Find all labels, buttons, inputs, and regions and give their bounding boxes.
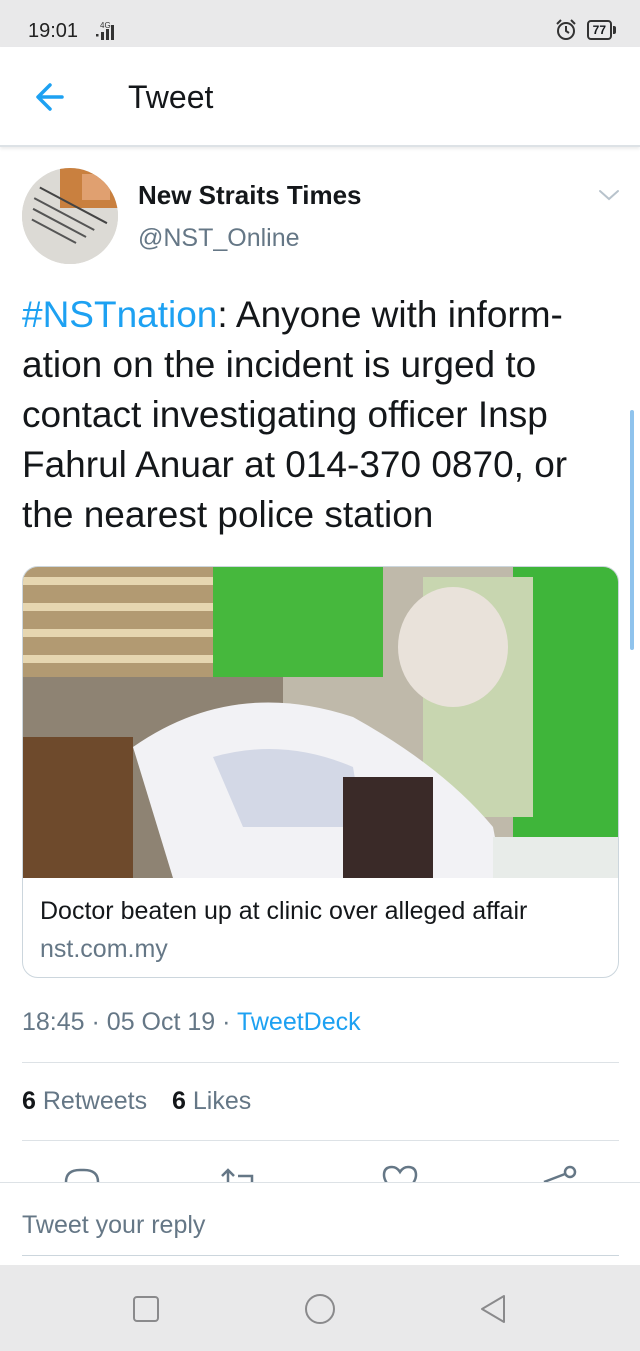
tweet-source-link[interactable]: TweetDeck (237, 1008, 361, 1036)
recents-icon[interactable] (129, 1292, 163, 1326)
newspaper-avatar-image (22, 168, 118, 264)
like-icon[interactable] (380, 1162, 420, 1182)
author-handle[interactable]: @NST_Online (138, 224, 300, 253)
likes-label: Likes (192, 1087, 252, 1115)
retweet-icon[interactable] (220, 1162, 260, 1182)
page-title: Tweet (128, 79, 214, 115)
hashtag-link[interactable]: #NSTnation (22, 294, 217, 335)
arrow-left-icon[interactable] (30, 77, 70, 117)
card-image (23, 567, 618, 878)
scroll-indicator[interactable] (630, 410, 634, 650)
likes-count: 6 (172, 1087, 186, 1115)
author-name[interactable]: New Straits Times (138, 180, 362, 211)
card-domain: nst.com.my (40, 935, 168, 963)
status-time: 19:01 (28, 20, 79, 42)
reply-input[interactable]: Tweet your reply (22, 1211, 205, 1240)
back-icon[interactable] (477, 1292, 511, 1326)
reply-underline (22, 1255, 619, 1256)
signal-icon: 4G (96, 21, 114, 40)
tweet-actions (0, 1158, 640, 1182)
system-nav-bar (0, 1265, 640, 1351)
retweets-stat[interactable]: 6 Retweets (22, 1087, 147, 1115)
divider (22, 1062, 619, 1063)
likes-stat[interactable]: 6 Likes (172, 1087, 251, 1115)
avatar[interactable] (22, 168, 118, 264)
card-title: Doctor beaten up at clinic over alleged … (40, 897, 528, 925)
retweets-label: Retweets (42, 1087, 148, 1115)
battery-icon: 77 (586, 20, 616, 40)
tweet-text: #NSTnation: Anyone with inform- ation on… (22, 290, 622, 540)
share-icon[interactable] (540, 1162, 580, 1182)
alarm-icon (555, 19, 576, 40)
network-type-label: 4G (100, 21, 111, 30)
chevron-down-icon[interactable] (596, 186, 622, 204)
divider (22, 1140, 619, 1141)
tweet-time: 18:45 (22, 1008, 85, 1036)
tweet-date: 05 Oct 19 (106, 1008, 216, 1036)
link-card[interactable]: Doctor beaten up at clinic over alleged … (22, 566, 619, 978)
tweet-stats: 6 Retweets 6 Likes (22, 1087, 269, 1116)
reply-bar: Tweet your reply (0, 1182, 640, 1265)
status-bar: 19:01 4G 77 (0, 0, 640, 47)
status-icons: 77 (555, 18, 616, 42)
retweets-count: 6 (22, 1087, 36, 1115)
tweet-timestamp: 18:45 · 05 Oct 19 · TweetDeck (22, 1008, 361, 1036)
home-icon[interactable] (303, 1292, 337, 1326)
app-header: Tweet (0, 47, 640, 147)
battery-level: 77 (586, 20, 612, 40)
reply-icon[interactable] (62, 1162, 102, 1182)
